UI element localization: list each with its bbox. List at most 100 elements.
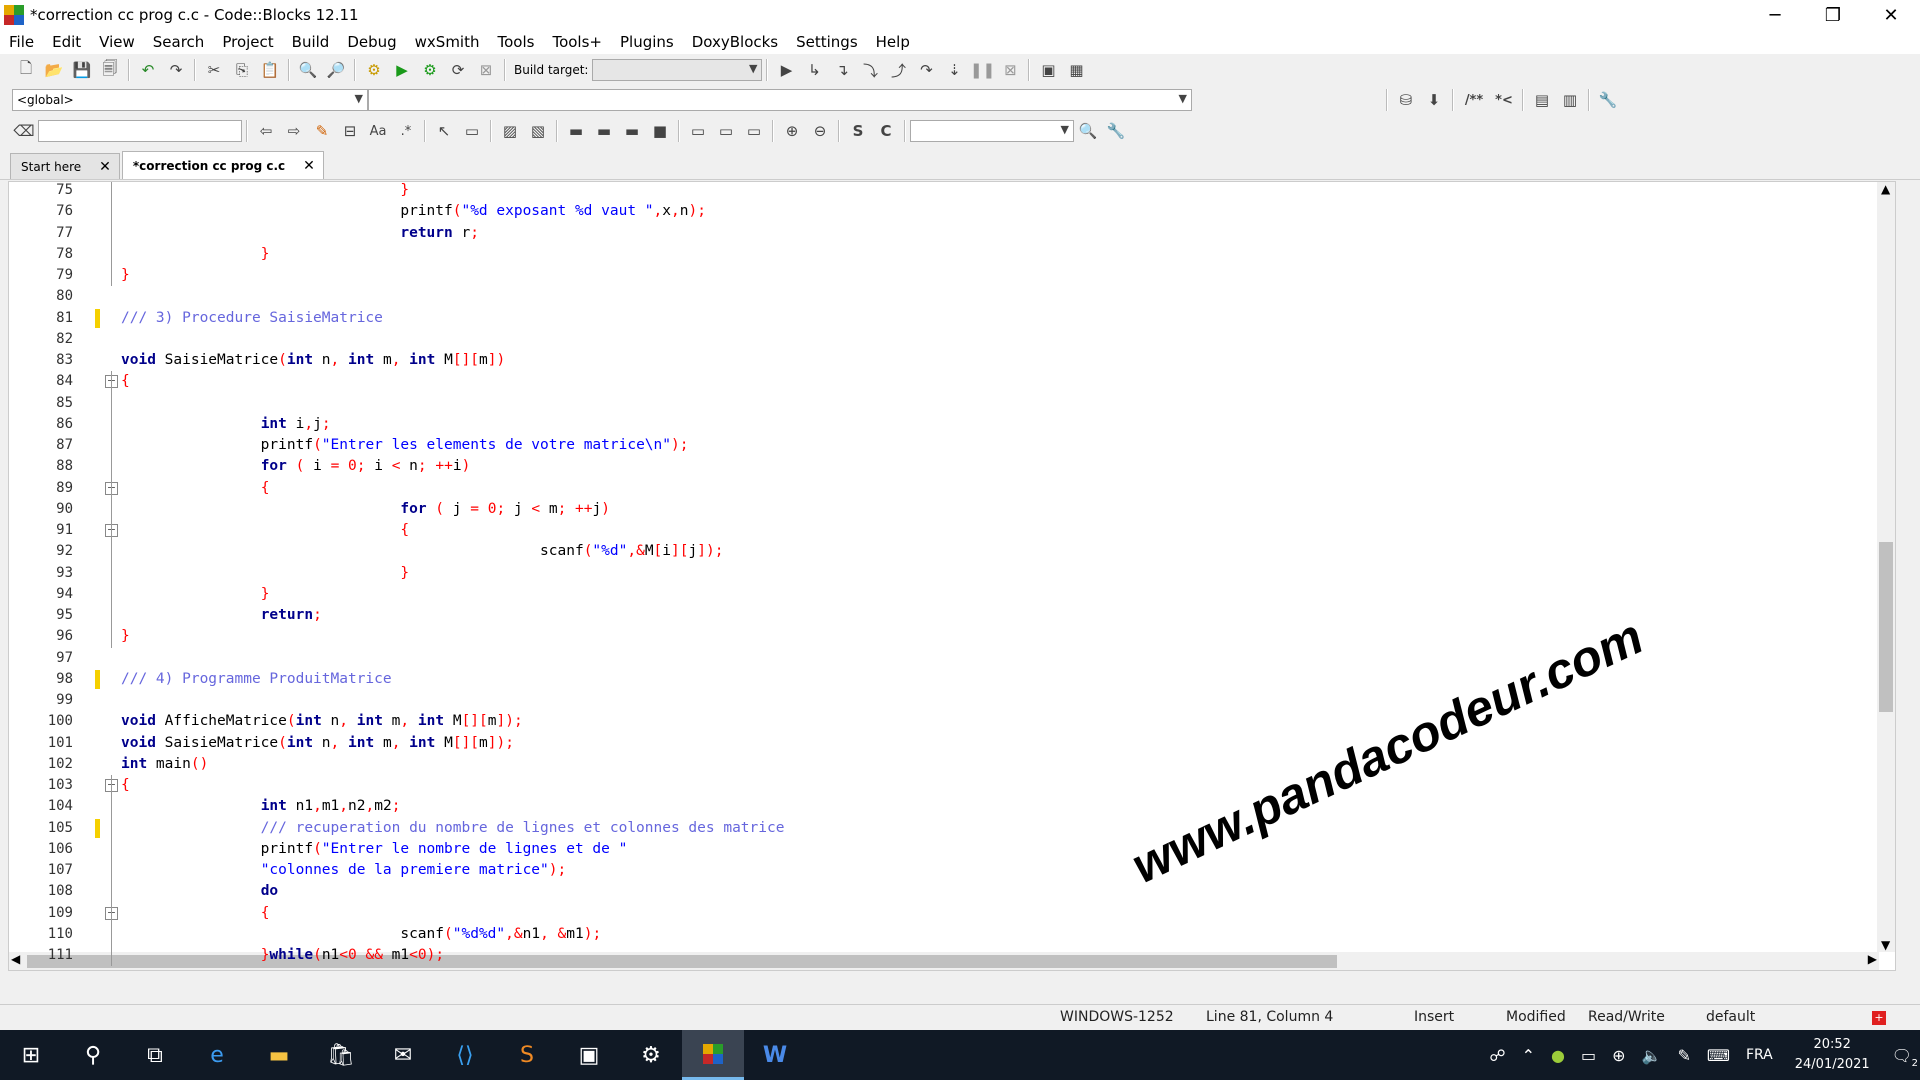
tool-icon[interactable]: 🔧 (1104, 119, 1128, 143)
html-docs-icon[interactable]: ▤ (1530, 88, 1554, 112)
network-icon[interactable]: ⊕ (1612, 1046, 1625, 1065)
code-line[interactable]: 83 void SaisieMatrice(int n, int m, int M… (9, 350, 1889, 371)
doxywizard-icon[interactable]: ⛁ (1394, 88, 1418, 112)
store-icon[interactable]: 🛍 (310, 1030, 372, 1080)
menu-tools-[interactable]: Tools+ (543, 33, 611, 51)
code-line[interactable]: 111 }while(n1<0 && m1<0); (9, 945, 1889, 966)
code-line[interactable]: 98 /// 4) Programme ProduitMatrice (9, 669, 1889, 690)
box-icon[interactable]: ▭ (460, 119, 484, 143)
start-button[interactable]: ⊞ (0, 1030, 62, 1080)
close-icon[interactable]: ✕ (303, 158, 315, 174)
s-icon[interactable]: S (846, 119, 870, 143)
build-target-select[interactable]: ▼ (592, 59, 763, 81)
code-line[interactable]: 97 (9, 648, 1889, 669)
picture-icon[interactable]: ▨ (498, 119, 522, 143)
edge-icon[interactable]: e (186, 1030, 248, 1080)
code-line[interactable]: 93 } (9, 563, 1889, 584)
minimize-button[interactable]: ─ (1746, 0, 1804, 30)
file-explorer-icon[interactable]: ▬ (248, 1030, 310, 1080)
code-line[interactable]: 104 int n1,m1,n2,m2; (9, 796, 1889, 817)
stop-icon[interactable]: ⊠ (998, 58, 1022, 82)
rebuild-icon[interactable]: ⟳ (446, 58, 470, 82)
code-editor[interactable]: www.pandacodeur.com ▲ ▼ ◀ ▶ 75 } 76 print… (8, 181, 1896, 971)
build-run-icon[interactable]: ⚙ (418, 58, 442, 82)
tray-app-icon[interactable]: ● (1551, 1046, 1565, 1065)
code-line[interactable]: 101 void SaisieMatrice(int n, int m, int … (9, 733, 1889, 754)
wrench-icon[interactable]: 🔧 (1596, 88, 1620, 112)
menu-debug[interactable]: Debug (338, 33, 405, 51)
code-line[interactable]: 103 { (9, 775, 1889, 796)
vscode-icon[interactable]: ⟨⟩ (434, 1030, 496, 1080)
code-line[interactable]: 109 { (9, 903, 1889, 924)
close-icon[interactable]: ✕ (99, 159, 111, 175)
code-line[interactable]: 85 (9, 393, 1889, 414)
incremental-search-input[interactable] (38, 120, 242, 142)
step-instruction-icon[interactable]: ⇣ (942, 58, 966, 82)
cut-icon[interactable]: ✂ (202, 58, 226, 82)
code-line[interactable]: 92 scanf("%d",&M[i][j]); (9, 541, 1889, 562)
next-instruction-icon[interactable]: ↷ (914, 58, 938, 82)
debug-continue-icon[interactable]: ▶ (774, 58, 798, 82)
info-icon[interactable]: ▦ (1064, 58, 1088, 82)
search-next-icon[interactable]: ⇨ (282, 119, 306, 143)
function-select[interactable]: ▼ (368, 89, 1192, 111)
codeblocks-taskbar-icon[interactable] (682, 1030, 744, 1080)
clock[interactable]: 20:52 24/01/2021 (1795, 1035, 1870, 1075)
notification-icon[interactable]: 🗨 2 (1892, 1046, 1918, 1069)
block-b-icon[interactable]: ▬ (592, 119, 616, 143)
undo-icon[interactable]: ↶ (136, 58, 160, 82)
text-box-icon[interactable]: ▧ (526, 119, 550, 143)
menu-view[interactable]: View (90, 33, 144, 51)
chevron-up-icon[interactable]: ⌃ (1522, 1046, 1535, 1065)
replace-icon[interactable]: 🔎 (324, 58, 348, 82)
code-line[interactable]: 77 return r; (9, 223, 1889, 244)
search-icon[interactable]: 🔍 (1076, 119, 1100, 143)
block-d-icon[interactable]: ■ (648, 119, 672, 143)
chm-docs-icon[interactable]: ▥ (1558, 88, 1582, 112)
code-line[interactable]: 94 } (9, 584, 1889, 605)
menu-settings[interactable]: Settings (787, 33, 867, 51)
menu-help[interactable]: Help (867, 33, 919, 51)
people-icon[interactable]: ☍ (1489, 1046, 1505, 1065)
menu-project[interactable]: Project (213, 33, 282, 51)
find-icon[interactable]: 🔍 (296, 58, 320, 82)
build-icon[interactable]: ⚙ (362, 58, 386, 82)
c-icon[interactable]: C (874, 119, 898, 143)
code-line[interactable]: 76 printf("%d exposant %d vaut ",x,n); (9, 201, 1889, 222)
block-a-icon[interactable]: ▬ (564, 119, 588, 143)
block-c-icon[interactable]: ▬ (620, 119, 644, 143)
run-icon[interactable]: ▶ (390, 58, 414, 82)
restore-button[interactable]: ❐ (1804, 0, 1862, 30)
menu-file[interactable]: File (0, 33, 43, 51)
tab-correction-file[interactable]: *correction cc prog c.c ✕ (121, 151, 324, 179)
code-line[interactable]: 80 (9, 286, 1889, 307)
frame-a-icon[interactable]: ▭ (686, 119, 710, 143)
volume-icon[interactable]: 🔈 (1642, 1046, 1662, 1065)
open-icon[interactable]: 📂 (42, 58, 66, 82)
close-button[interactable]: ✕ (1862, 0, 1920, 30)
code-line[interactable]: 108 do (9, 881, 1889, 902)
menu-edit[interactable]: Edit (43, 33, 90, 51)
frame-c-icon[interactable]: ▭ (742, 119, 766, 143)
plugin-status-icon[interactable]: + (1872, 1011, 1886, 1025)
code-line[interactable]: 79} (9, 265, 1889, 286)
code-line[interactable]: 99 (9, 690, 1889, 711)
code-line[interactable]: 89 { (9, 478, 1889, 499)
frame-b-icon[interactable]: ▭ (714, 119, 738, 143)
code-line[interactable]: 107 "colonnes de la premiere matrice"); (9, 860, 1889, 881)
scope-select[interactable]: <global> ▼ (12, 89, 368, 111)
highlight-icon[interactable]: ✎ (310, 119, 334, 143)
code-line[interactable]: 84 { (9, 371, 1889, 392)
code-line[interactable]: 81 /// 3) Procedure SaisieMatrice (9, 308, 1889, 329)
paste-icon[interactable]: 📋 (258, 58, 282, 82)
code-line[interactable]: 105 /// recuperation du nombre de lignes… (9, 818, 1889, 839)
code-line[interactable]: 96} (9, 626, 1889, 647)
code-line[interactable]: 86 int i,j; (9, 414, 1889, 435)
code-line[interactable]: 106 printf("Entrer le nombre de lignes e… (9, 839, 1889, 860)
battery-icon[interactable]: ▭ (1581, 1046, 1596, 1065)
line-comment-button[interactable]: *< (1492, 88, 1516, 112)
code-line[interactable]: 82 (9, 329, 1889, 350)
save-icon[interactable]: 💾 (70, 58, 94, 82)
mail-icon[interactable]: ✉ (372, 1030, 434, 1080)
code-line[interactable]: 75 } (9, 182, 1889, 201)
